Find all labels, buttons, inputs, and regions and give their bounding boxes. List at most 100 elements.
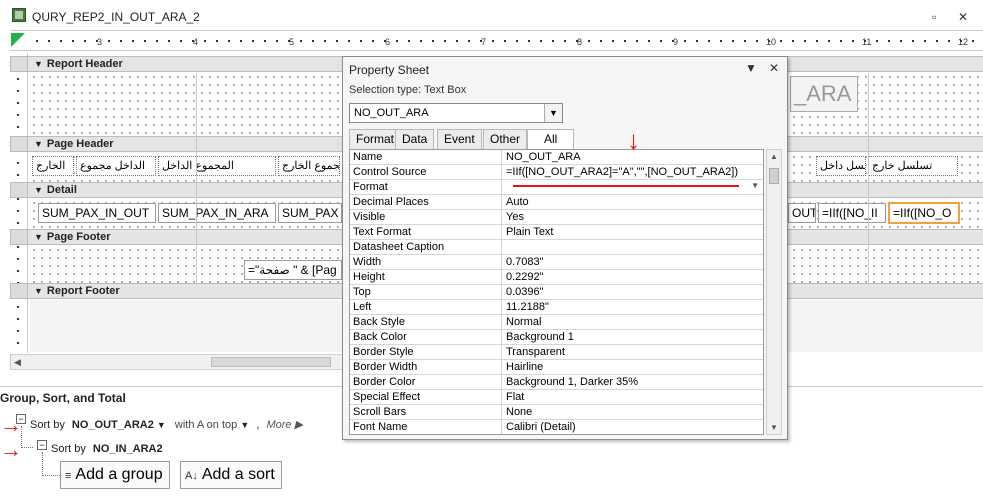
horizontal-ruler[interactable] — [10, 33, 983, 51]
property-row[interactable]: Name NO_OUT_ARA — [350, 150, 763, 165]
restore-window-button[interactable]: ▫ — [932, 10, 936, 24]
property-value[interactable]: Background 1 — [503, 330, 763, 345]
property-value[interactable]: Plain Text — [503, 225, 763, 240]
property-row[interactable]: Decimal Places Auto — [350, 195, 763, 210]
property-grid[interactable]: Name NO_OUT_ARA Control Source =IIf([NO_OUT… — [349, 149, 764, 435]
tab-other[interactable]: Other — [483, 129, 528, 149]
property-row[interactable]: Height 0.2292" — [350, 270, 763, 285]
property-row[interactable]: Width 0.7083" — [350, 255, 763, 270]
sort-field-dropdown[interactable]: NO_OUT_ARA2 — [72, 419, 154, 431]
page-number-textbox[interactable]: ="صفحة " & [Pag — [244, 260, 342, 280]
property-row[interactable]: Format ▼ — [350, 180, 763, 195]
property-value[interactable]: =IIf([NO_OUT_ARA2]="A","",[NO_OUT_ARA2]) — [503, 165, 763, 180]
property-value[interactable]: 0.7083" — [503, 255, 763, 270]
collapse-level-icon[interactable]: − — [37, 440, 47, 450]
property-row[interactable]: Border Width Hairline — [350, 360, 763, 375]
object-selector-combo[interactable]: NO_OUT_ARA ▼ — [349, 103, 563, 123]
property-value[interactable]: Normal — [503, 315, 763, 330]
ruler-tick — [612, 40, 614, 42]
header-label[interactable]: تسلسل داخل — [816, 156, 866, 176]
property-row[interactable]: Control Source =IIf([NO_OUT_ARA2]="A","",… — [350, 165, 763, 180]
header-label[interactable]: الداخل مجموع — [76, 156, 156, 176]
property-value[interactable] — [503, 180, 763, 195]
ruler-number: 3 — [97, 37, 103, 47]
property-value[interactable]: Yes — [503, 210, 763, 225]
sort-field-label[interactable]: NO_IN_ARA2 — [93, 443, 163, 455]
designer-horizontal-scrollbar[interactable]: ◀ — [10, 354, 345, 370]
page-footer-selector[interactable] — [10, 229, 28, 245]
ruler-tick — [17, 78, 19, 80]
add-group-button[interactable]: ≡ Add a group — [60, 461, 170, 489]
property-value[interactable]: Calibri (Detail) — [503, 420, 763, 434]
header-label[interactable]: مجموع الخارج — [278, 156, 340, 176]
header-label[interactable]: الخارج — [32, 156, 74, 176]
vertical-ruler[interactable] — [10, 53, 28, 353]
property-row[interactable]: Left 11.2188" — [350, 300, 763, 315]
detail-textbox[interactable]: OUT_ — [788, 203, 816, 223]
property-row[interactable]: Font Name Calibri (Detail) — [350, 420, 763, 434]
chevron-down-icon[interactable]: ▼ — [240, 420, 249, 430]
sort-level-2[interactable]: Sort by NO_IN_ARA2 — [51, 443, 163, 455]
property-value[interactable]: Flat — [503, 390, 763, 405]
ruler-tick — [636, 40, 638, 42]
chevron-down-icon[interactable]: ▼ — [751, 181, 759, 190]
add-sort-button[interactable]: A↓ Add a sort — [180, 461, 282, 489]
detail-textbox[interactable]: SUM_PAX — [278, 203, 342, 223]
chevron-down-icon[interactable]: ▼ — [157, 420, 166, 430]
scrollbar-thumb[interactable] — [769, 168, 779, 184]
more-options-link[interactable]: More ▶ — [266, 419, 303, 431]
property-name: Visible — [350, 210, 502, 225]
property-value[interactable] — [503, 240, 763, 255]
detail-textbox[interactable]: =IIf([NO_II — [818, 203, 886, 223]
property-value[interactable]: None — [503, 405, 763, 420]
report-footer-selector[interactable] — [10, 283, 28, 299]
property-value[interactable]: Transparent — [503, 345, 763, 360]
property-value[interactable]: 0.0396" — [503, 285, 763, 300]
property-row[interactable]: Visible Yes — [350, 210, 763, 225]
header-label[interactable]: المجموع الداخل — [158, 156, 276, 176]
property-grid-scrollbar[interactable]: ▲ ▼ — [766, 149, 782, 435]
property-row[interactable]: Top 0.0396" — [350, 285, 763, 300]
scroll-left-icon[interactable]: ◀ — [14, 357, 21, 368]
property-row[interactable]: Border Style Transparent — [350, 345, 763, 360]
property-value[interactable]: Auto — [503, 195, 763, 210]
tab-format[interactable]: Format — [349, 129, 402, 149]
property-row[interactable]: Datasheet Caption — [350, 240, 763, 255]
scrollbar-thumb[interactable] — [211, 357, 331, 367]
scroll-up-icon[interactable]: ▲ — [770, 152, 778, 161]
tab-event[interactable]: Event — [437, 129, 482, 149]
sort-level-1[interactable]: Sort by NO_OUT_ARA2 ▼ with A on top ▼ , … — [30, 418, 303, 431]
property-row[interactable]: Back Style Normal — [350, 315, 763, 330]
tab-all[interactable]: All — [527, 129, 575, 150]
property-name: Left — [350, 300, 502, 315]
property-row[interactable]: Special Effect Flat — [350, 390, 763, 405]
property-value[interactable]: 0.2292" — [503, 270, 763, 285]
detail-textbox[interactable]: SUM_PAX_IN_OUT — [38, 203, 156, 223]
scroll-down-icon[interactable]: ▼ — [770, 423, 778, 432]
close-icon[interactable]: ✕ — [769, 61, 779, 75]
property-value[interactable]: Hairline — [503, 360, 763, 375]
ruler-tick — [17, 114, 19, 116]
sort-order-dropdown[interactable]: with A on top — [175, 419, 237, 431]
header-label[interactable]: تسلسل خارج — [868, 156, 958, 176]
ruler-tick — [360, 40, 362, 42]
property-value[interactable]: Background 1, Darker 35% — [503, 375, 763, 390]
detail-selector[interactable] — [10, 182, 28, 198]
property-row[interactable]: Scroll Bars None — [350, 405, 763, 420]
property-row[interactable]: Back Color Background 1 — [350, 330, 763, 345]
chevron-down-icon[interactable]: ▼ — [544, 104, 562, 122]
ruler-tick — [528, 40, 530, 42]
property-row[interactable]: Border Color Background 1, Darker 35% — [350, 375, 763, 390]
selected-textbox-no-out-ara[interactable]: =IIf([NO_O — [888, 202, 960, 224]
page-header-selector[interactable] — [10, 136, 28, 152]
tab-data[interactable]: Data — [395, 129, 435, 149]
property-value[interactable]: 11.2188" — [503, 300, 763, 315]
property-row[interactable]: Text Format Plain Text — [350, 225, 763, 240]
close-window-button[interactable]: ✕ — [958, 10, 968, 24]
chevron-down-icon[interactable]: ▼ — [745, 61, 757, 75]
ruler-tick — [552, 40, 554, 42]
report-header-selector[interactable] — [10, 56, 28, 72]
ruler-tick — [948, 40, 950, 42]
detail-textbox[interactable]: SUM_PAX_IN_ARA — [158, 203, 276, 223]
report-header-title-control[interactable]: _ARA — [790, 76, 858, 112]
